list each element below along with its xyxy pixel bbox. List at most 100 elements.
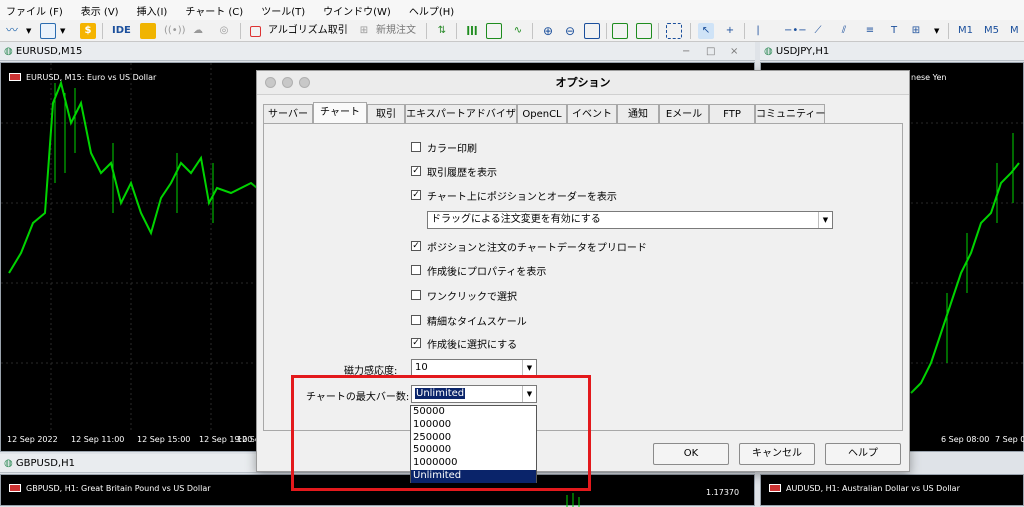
tab-community[interactable]: コミュニティー [755,104,825,124]
audusd-chart-subtitle: AUDUSD, H1: Australian Dollar vs US Doll… [769,484,960,493]
cancel-button[interactable]: キャンセル [739,443,815,465]
close-icon[interactable]: × [730,42,738,60]
trend-line-icon[interactable]: ⟋ [810,23,826,39]
auto-scroll-icon[interactable] [612,23,628,39]
chart-shift-icon[interactable] [636,23,652,39]
horizontal-line-icon[interactable]: −•− [784,23,807,39]
tab-chart[interactable]: チャート [313,102,367,125]
tab-email[interactable]: Eメール [659,104,709,124]
cursor-icon[interactable]: ↖ [698,23,714,39]
menu-view[interactable]: 表示 (V) [81,3,119,18]
usdjpy-window-title: USDJPY,H1 [775,46,830,57]
chevron-down-icon[interactable]: ▼ [60,23,65,39]
bar-chart-icon[interactable]: ǀǀǀ [464,23,480,39]
chevron-down-icon[interactable]: ▼ [934,23,939,39]
chevron-down-icon[interactable]: ▼ [522,360,536,376]
trade-icon[interactable]: ⇅ [434,23,450,39]
text-icon[interactable]: T [886,23,902,39]
show-trade-history-checkbox[interactable]: ✓ [411,166,421,176]
eurusd-window-titlebar[interactable]: ◍ EURUSD,M15 − □ × [0,42,755,61]
chevron-down-icon[interactable]: ▼ [26,23,31,39]
help-button[interactable]: ヘルプ [825,443,901,465]
time-label: 7 Sep 0 [995,435,1024,444]
close-light-icon[interactable] [265,77,276,88]
minimize-light-icon[interactable] [282,77,293,88]
menu-file[interactable]: ファイル (F) [6,3,63,18]
eurusd-chart-subtitle: EURUSD, M15: Euro vs US Dollar [9,73,156,82]
menu-tools[interactable]: ツール(T) [261,3,305,18]
new-order-icon[interactable]: ⊞ [356,23,372,39]
new-order-button[interactable]: 新規注文 [376,23,416,39]
cloud-icon[interactable]: ☁ [190,23,206,39]
time-label: 12 Sep 11:00 [71,435,125,444]
highlight-box [291,375,591,491]
menu-insert[interactable]: 挿入(I) [137,3,168,18]
show-properties-checkbox[interactable] [411,265,421,275]
timeframe-m1[interactable]: M1 [958,23,973,39]
menu-chart[interactable]: チャート (C) [185,3,243,18]
maximize-icon[interactable]: □ [706,42,715,60]
fibo-icon[interactable]: ≡ [862,23,878,39]
grid-icon[interactable] [584,23,600,39]
candlestick-icon[interactable] [486,23,502,39]
drag-order-select-value: ドラッグによる注文変更を有効にする [431,214,601,225]
precise-timescale-label: 精細なタイムスケール [427,317,527,328]
tab-expert-advisor[interactable]: エキスパートアドバイザ [405,104,517,124]
chart-line-icon[interactable]: 〰 [6,23,22,39]
chart-window-icon: ◍ [4,458,13,469]
show-positions-orders-label: チャート上にポジションとオーダーを表示 [427,192,617,203]
crosshair-icon[interactable]: + [722,23,738,39]
line-chart-icon[interactable]: ∿ [510,23,526,39]
time-label: 12 Sep 15:00 [137,435,191,444]
ide-button[interactable]: IDE [112,23,131,39]
usdjpy-chart-subtitle: nese Yen [911,73,947,82]
tab-ftp[interactable]: FTP [709,104,755,124]
signal-icon[interactable]: ((•)) [164,23,186,39]
vps-icon[interactable]: ◎ [216,23,232,39]
usdjpy-window-titlebar[interactable]: ◍ USDJPY,H1 [760,42,1024,61]
tab-events[interactable]: イベント [567,104,617,124]
lock-icon[interactable] [140,23,156,39]
dollar-icon[interactable]: $ [80,23,96,39]
dialog-title: オプション [555,76,611,89]
screenshot-icon[interactable] [666,23,682,39]
time-label: 12 Sep 2022 [7,435,58,444]
timeframe-m5[interactable]: M5 [984,23,999,39]
flag-icon [9,73,21,81]
gbpusd-window-title: GBPUSD,H1 [15,458,75,469]
select-after-create-checkbox[interactable]: ✓ [411,338,421,348]
dialog-titlebar: オプション [257,71,909,95]
show-positions-orders-checkbox[interactable]: ✓ [411,190,421,200]
chevron-down-icon[interactable]: ▼ [818,212,832,228]
timeframe-m[interactable]: M [1010,23,1019,39]
shapes-icon[interactable]: ⊞ [908,23,924,39]
ok-button[interactable]: OK [653,443,729,465]
time-label: 6 Sep 08:00 [941,435,990,444]
algo-trading-button[interactable]: アルゴリズム取引 [268,23,348,39]
zoom-light-icon[interactable] [299,77,310,88]
channel-icon[interactable]: ⫽ [836,23,852,39]
tab-notifications[interactable]: 通知 [617,104,659,124]
preload-chart-data-checkbox[interactable]: ✓ [411,241,421,251]
chart-icon[interactable] [40,23,56,39]
color-print-label: カラー印刷 [427,144,477,155]
audusd-chart[interactable]: AUDUSD, H1: Australian Dollar vs US Doll… [760,474,1024,506]
color-print-checkbox[interactable] [411,142,421,152]
drag-order-select[interactable]: ドラッグによる注文変更を有効にする ▼ [427,211,833,229]
precise-timescale-checkbox[interactable] [411,315,421,325]
zoom-out-icon[interactable]: ⊖ [562,23,578,39]
vertical-line-icon[interactable]: | [750,23,766,39]
show-trade-history-label: 取引履歴を表示 [427,168,497,179]
tab-trade[interactable]: 取引 [367,104,405,124]
menu-help[interactable]: ヘルプ(H) [409,3,454,18]
select-after-create-label: 作成後に選択にする [427,340,518,351]
tab-opencl[interactable]: OpenCL [517,104,567,124]
one-click-select-checkbox[interactable] [411,290,421,300]
tab-server[interactable]: サーバー [263,104,313,124]
stop-icon[interactable] [250,26,261,37]
minimize-icon[interactable]: − [682,42,690,60]
zoom-in-icon[interactable]: ⊕ [540,23,556,39]
one-click-select-label: ワンクリックで選択 [427,292,517,303]
chart-window-icon: ◍ [764,46,773,57]
menu-window[interactable]: ウインドウ(W) [323,3,391,18]
